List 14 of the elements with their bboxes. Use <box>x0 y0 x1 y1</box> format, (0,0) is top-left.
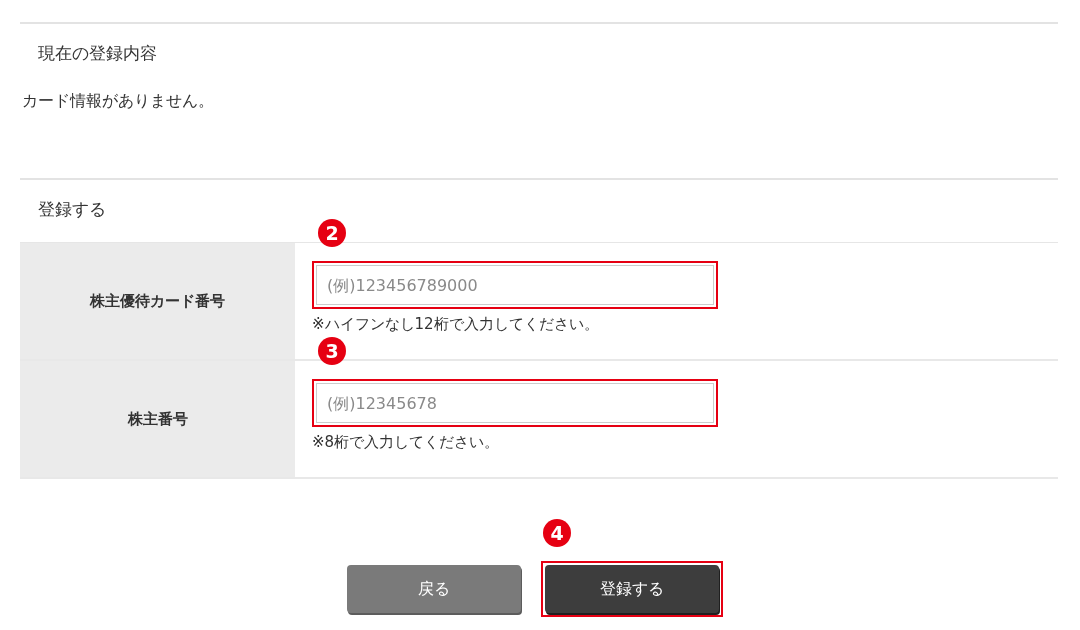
step-badge: 3 <box>318 337 346 365</box>
step-badge: 4 <box>543 519 571 547</box>
back-button[interactable]: 戻る <box>347 565 521 613</box>
field-label: 株主番号 <box>127 409 188 429</box>
input-hint: ※8桁で入力してください。 <box>312 432 500 453</box>
section-heading: 登録する <box>38 198 106 221</box>
input-field[interactable]: (例)12345678 <box>316 383 714 423</box>
submit-button[interactable]: 登録する <box>545 565 719 613</box>
field-label: 株主優待カード番号 <box>90 291 225 311</box>
status-message: カード情報がありません。 <box>22 90 214 112</box>
input-field[interactable]: (例)123456789000 <box>316 265 714 305</box>
input-hint: ※ハイフンなし12桁で入力してください。 <box>312 314 599 335</box>
section-heading: 現在の登録内容 <box>38 42 157 65</box>
step-badge: 2 <box>318 219 346 247</box>
